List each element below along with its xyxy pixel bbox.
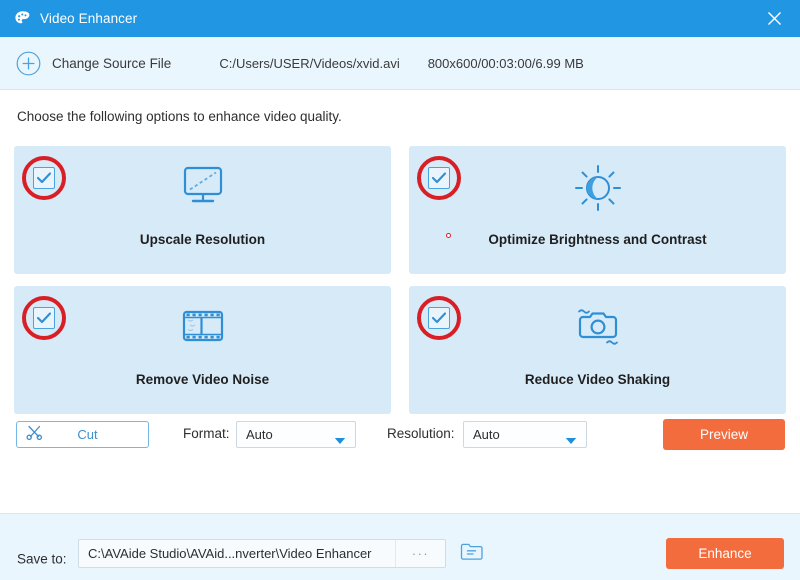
instruction-text: Choose the following options to enhance … [17,109,342,124]
option-card-reduce-video-shaking[interactable]: Reduce Video Shaking [409,286,786,414]
format-label: Format: [183,426,230,441]
enhance-button[interactable]: Enhance [666,538,784,569]
option-card-upscale-resolution[interactable]: Upscale Resolution [14,146,391,274]
brightness-sun-icon [572,164,624,212]
save-path-input[interactable]: C:\AVAide Studio\AVAid...nverter\Video E… [78,539,446,568]
remove-video-noise-checkbox[interactable] [33,307,55,329]
title-bar: Video Enhancer [0,0,800,37]
enhance-options-grid: Upscale Resolution Optimize Brightness a… [14,146,786,414]
resolution-value: Auto [473,427,500,442]
source-file-meta: 800x600/00:03:00/6.99 MB [427,55,584,71]
option-label: Reduce Video Shaking [524,372,671,387]
source-file-bar: Change Source File C:/Users/USER/Videos/… [0,37,800,90]
palette-icon [14,10,31,27]
optimize-brightness-checkbox-group[interactable] [417,156,461,200]
format-value: Auto [246,427,273,442]
upscale-resolution-checkbox-group[interactable] [22,156,66,200]
source-file-path: C:/Users/USER/Videos/xvid.avi [219,55,400,71]
option-card-optimize-brightness[interactable]: Optimize Brightness and Contrast [409,146,786,274]
option-label: Remove Video Noise [135,372,270,387]
preview-label: Preview [699,427,748,442]
resolution-label: Resolution: [387,426,455,441]
change-source-file-label: Change Source File [52,55,172,71]
plus-circle-icon [16,51,41,76]
chevron-down-icon [565,432,577,450]
video-enhancer-window: Video Enhancer Change Source File C:/Use… [0,0,800,580]
option-label: Upscale Resolution [139,232,266,247]
film-strip-icon [177,304,229,348]
close-button[interactable] [748,0,800,37]
reduce-video-shaking-checkbox[interactable] [428,307,450,329]
save-path-value: C:\AVAide Studio\AVAid...nverter\Video E… [88,546,372,561]
window-title: Video Enhancer [40,11,138,26]
title-bar-left: Video Enhancer [0,10,137,27]
preview-button[interactable]: Preview [663,419,785,450]
resolution-dropdown[interactable]: Auto [463,421,587,448]
chevron-down-icon [334,432,346,450]
upscale-resolution-checkbox[interactable] [33,167,55,189]
close-icon [766,10,783,27]
optimize-brightness-checkbox[interactable] [428,167,450,189]
open-folder-button[interactable] [458,541,484,565]
cut-label: Cut [77,427,98,442]
option-label: Optimize Brightness and Contrast [488,232,707,247]
reduce-video-shaking-checkbox-group[interactable] [417,296,461,340]
scissors-icon [26,425,43,445]
save-to-label: Save to: [17,551,67,567]
main-content: Choose the following options to enhance … [0,91,800,501]
remove-video-noise-checkbox-group[interactable] [22,296,66,340]
footer-bar: Save to: C:\AVAide Studio\AVAid...nverte… [0,513,800,580]
format-dropdown[interactable]: Auto [236,421,356,448]
enhance-label: Enhance [698,546,752,561]
monitor-icon [177,164,229,210]
browse-button[interactable]: ··· [395,540,445,567]
option-card-remove-video-noise[interactable]: Remove Video Noise [14,286,391,414]
controls-row: Cut Format: Auto Resolution: Auto Previe… [0,413,800,461]
camera-shake-icon [571,304,625,350]
folder-open-icon [460,541,483,566]
cut-button[interactable]: Cut [16,421,149,448]
change-source-file-button[interactable]: Change Source File [16,51,171,76]
